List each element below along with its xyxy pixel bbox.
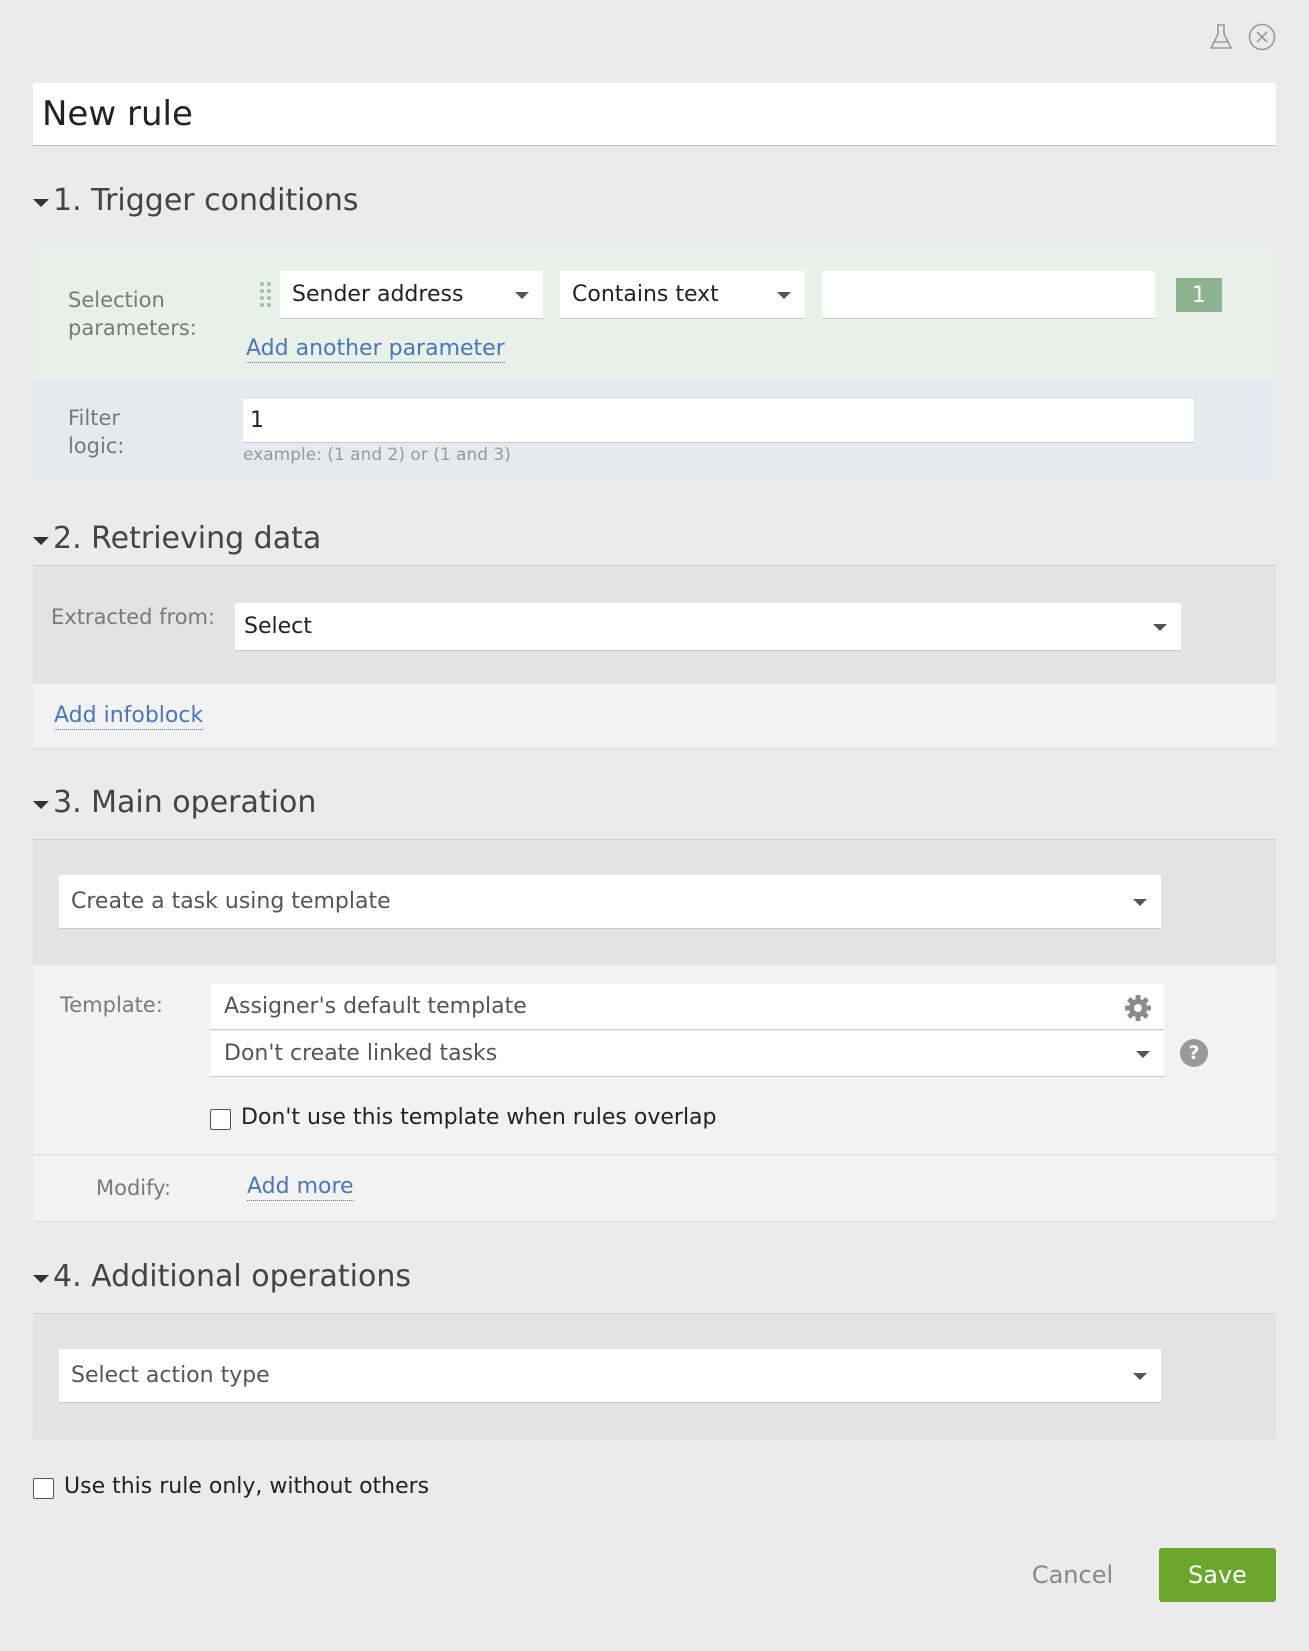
field-select-value: Sender address — [292, 282, 464, 307]
save-button[interactable]: Save — [1159, 1548, 1276, 1602]
add-infoblock-link[interactable]: Add infoblock — [54, 703, 204, 730]
overlap-checkbox-label: Don't use this template when rules overl… — [241, 1105, 717, 1130]
action-type-value: Select action type — [71, 1363, 270, 1388]
modify-panel: Modify: Add more — [33, 1156, 1276, 1222]
filter-logic-hint: example: (1 and 2) or (1 and 3) — [243, 445, 511, 465]
extracted-from-panel: Extracted from: Select — [33, 565, 1276, 684]
operator-select[interactable]: Contains text — [560, 271, 805, 319]
linked-tasks-select[interactable]: Don't create linked tasks — [210, 1031, 1164, 1077]
value-input[interactable] — [822, 271, 1155, 319]
template-value: Assigner's default template — [224, 994, 527, 1019]
template-panel: Template: Assigner's default template Do… — [33, 965, 1276, 1155]
caret-down-icon — [33, 1274, 49, 1283]
operator-select-value: Contains text — [572, 282, 719, 307]
caret-down-icon — [33, 536, 49, 545]
cancel-button[interactable]: Cancel — [1020, 1548, 1125, 1602]
extracted-from-label: Extracted from: — [51, 605, 216, 629]
filter-logic-input[interactable]: 1 — [243, 399, 1194, 443]
operation-select[interactable]: Create a task using template — [59, 875, 1161, 929]
linked-tasks-value: Don't create linked tasks — [224, 1041, 498, 1066]
template-input[interactable]: Assigner's default template — [210, 984, 1164, 1030]
add-another-parameter-link[interactable]: Add another parameter — [246, 336, 505, 363]
filter-logic-value: 1 — [250, 408, 264, 433]
section-title: 4. Additional operations — [53, 1259, 411, 1294]
help-icon[interactable]: ? — [1180, 1039, 1208, 1067]
filter-logic-panel: Filter logic: 1 example: (1 and 2) or (1… — [33, 382, 1276, 484]
section-main-operation[interactable]: 3. Main operation — [33, 785, 316, 820]
extracted-from-value: Select — [244, 614, 312, 639]
overlap-checkbox[interactable] — [210, 1109, 231, 1130]
operation-select-value: Create a task using template — [71, 889, 391, 914]
chevron-down-icon — [777, 291, 791, 299]
rule-title-input[interactable]: New rule — [33, 83, 1276, 146]
chevron-down-icon — [1133, 898, 1147, 906]
additional-operations-panel: Select action type — [33, 1313, 1276, 1439]
operation-panel: Create a task using template — [33, 839, 1276, 965]
gear-icon[interactable] — [1123, 993, 1153, 1023]
drag-handle-icon[interactable] — [259, 280, 273, 310]
caret-down-icon — [33, 198, 49, 207]
parameter-number-badge: 1 — [1176, 278, 1222, 312]
infoblock-panel: Add infoblock — [33, 684, 1276, 749]
selection-parameters-panel: Selection parameters: Sender address Con… — [33, 246, 1276, 382]
close-icon[interactable] — [1247, 22, 1277, 52]
chevron-down-icon — [1136, 1050, 1150, 1058]
section-title: 3. Main operation — [53, 785, 317, 820]
add-more-link[interactable]: Add more — [247, 1174, 354, 1201]
flask-icon[interactable] — [1206, 22, 1236, 52]
extracted-from-select[interactable]: Select — [235, 603, 1181, 651]
selection-parameters-label: Selection parameters: — [68, 288, 197, 340]
filter-logic-label: Filter logic: — [68, 406, 125, 458]
field-select[interactable]: Sender address — [280, 271, 543, 319]
only-this-rule-label: Use this rule only, without others — [64, 1474, 430, 1499]
section-title: 1. Trigger conditions — [53, 183, 359, 218]
chevron-down-icon — [515, 291, 529, 299]
only-this-rule-checkbox[interactable] — [33, 1478, 54, 1499]
caret-down-icon — [33, 800, 49, 809]
section-trigger-conditions[interactable]: 1. Trigger conditions — [33, 183, 359, 218]
section-retrieving-data[interactable]: 2. Retrieving data — [33, 521, 321, 556]
action-type-select[interactable]: Select action type — [59, 1349, 1161, 1403]
chevron-down-icon — [1133, 1372, 1147, 1380]
section-additional-operations[interactable]: 4. Additional operations — [33, 1259, 411, 1294]
modify-label: Modify: — [96, 1176, 172, 1200]
section-title: 2. Retrieving data — [53, 521, 322, 556]
template-label: Template: — [60, 993, 163, 1017]
chevron-down-icon — [1153, 623, 1167, 631]
